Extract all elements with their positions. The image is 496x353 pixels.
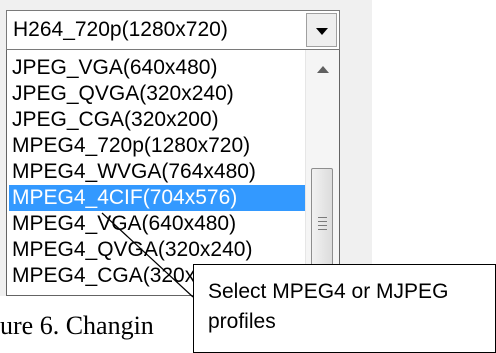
scroll-thumb-grip-icon [318,217,327,218]
list-item[interactable]: MPEG4_WVGA(764x480) [9,159,306,185]
screenshot-stage: ure 6. Changin H264_720p(1280x720) JPEG_… [0,0,496,353]
scroll-thumb-grip-icon [318,229,327,230]
list-item[interactable]: JPEG_CGA(320x200) [9,107,306,133]
callout-box: Select MPEG4 or MJPEG profiles [193,264,496,353]
list-item[interactable]: JPEG_QVGA(320x240) [9,81,306,107]
dialog-panel: H264_720p(1280x720) JPEG_VGA(640x480) JP… [0,0,372,296]
list-item[interactable]: MPEG4_VGA(640x480) [9,211,306,237]
list-item-selected[interactable]: MPEG4_4CIF(704x576) [9,185,306,211]
combobox-selected-value: H264_720p(1280x720) [13,18,228,41]
profile-dropdown-list[interactable]: JPEG_VGA(640x480) JPEG_QVGA(320x240) JPE… [6,50,340,296]
figure-caption-fragment: ure 6. Changin [0,311,154,340]
profile-combobox[interactable]: H264_720p(1280x720) [6,10,340,50]
chevron-down-icon [316,28,328,35]
scroll-thumb-grip-icon [318,225,327,226]
list-item[interactable]: JPEG_VGA(640x480) [9,55,306,81]
list-item[interactable]: MPEG4_QVGA(320x240) [9,237,306,263]
dropdown-button[interactable] [306,13,337,47]
list-scrollbar[interactable] [305,50,339,295]
scroll-up-arrow-icon[interactable] [317,66,329,73]
list-item[interactable]: MPEG4_720p(1280x720) [9,133,306,159]
scroll-thumb-grip-icon [318,221,327,222]
